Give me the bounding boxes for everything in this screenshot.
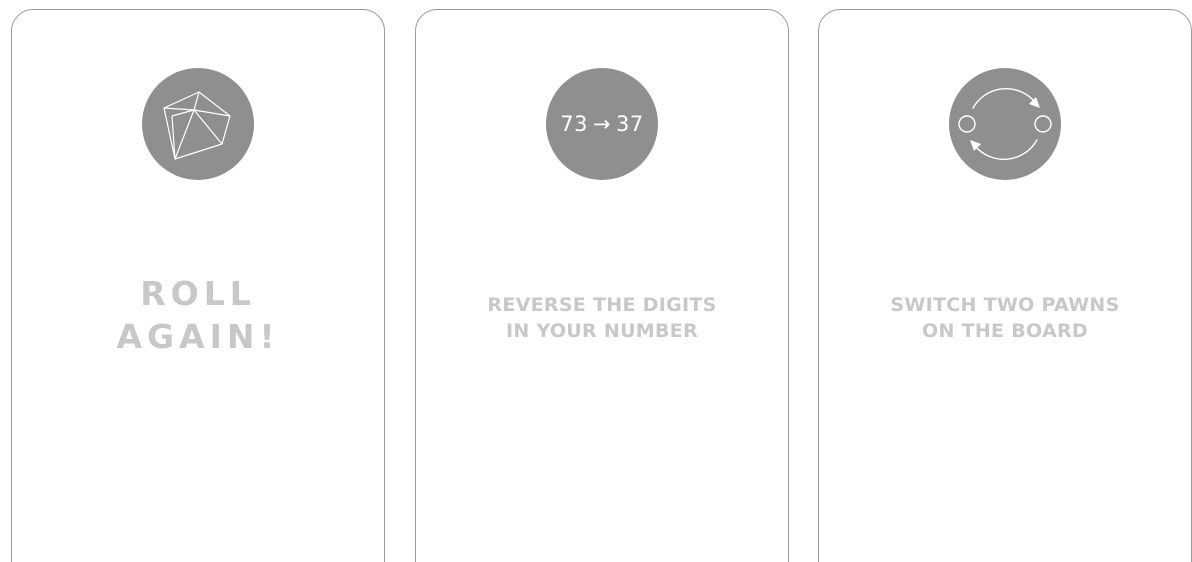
card-text-line: REVERSE THE DIGITS — [487, 294, 717, 316]
card-roll-again-text: ROLL AGAIN! — [12, 272, 384, 358]
card-text-line: ROLL — [140, 274, 256, 313]
emblem-number-from: 73 — [560, 112, 588, 136]
card-roll-again[interactable]: ROLL AGAIN! — [11, 9, 385, 562]
card-reverse-digits-text: REVERSE THE DIGITS IN YOUR NUMBER — [416, 292, 788, 344]
swap-pawns-icon — [958, 87, 1052, 161]
card-text-line: ON THE BOARD — [922, 320, 1088, 342]
card-text-line: AGAIN! — [116, 317, 280, 356]
die-emblem — [142, 68, 254, 180]
card-text-line: SWITCH TWO PAWNS — [890, 294, 1120, 316]
emblem-number-to: 37 — [616, 112, 644, 136]
right-arrow-icon: → — [592, 112, 612, 136]
swap-pawns-emblem — [949, 68, 1061, 180]
card-text-line: IN YOUR NUMBER — [505, 320, 699, 342]
card-switch-pawns-text: SWITCH TWO PAWNS ON THE BOARD — [819, 292, 1191, 344]
card-switch-pawns[interactable]: SWITCH TWO PAWNS ON THE BOARD — [818, 9, 1192, 562]
reverse-digits-emblem: 73 → 37 — [546, 68, 658, 180]
die-icon — [163, 91, 231, 160]
reverse-digits-icon: 73 → 37 — [560, 112, 644, 136]
card-sheet: ROLL AGAIN! 73 → 37 REVERSE THE DIGITS I… — [0, 0, 1192, 562]
card-reverse-digits[interactable]: 73 → 37 REVERSE THE DIGITS IN YOUR NUMBE… — [415, 9, 789, 562]
